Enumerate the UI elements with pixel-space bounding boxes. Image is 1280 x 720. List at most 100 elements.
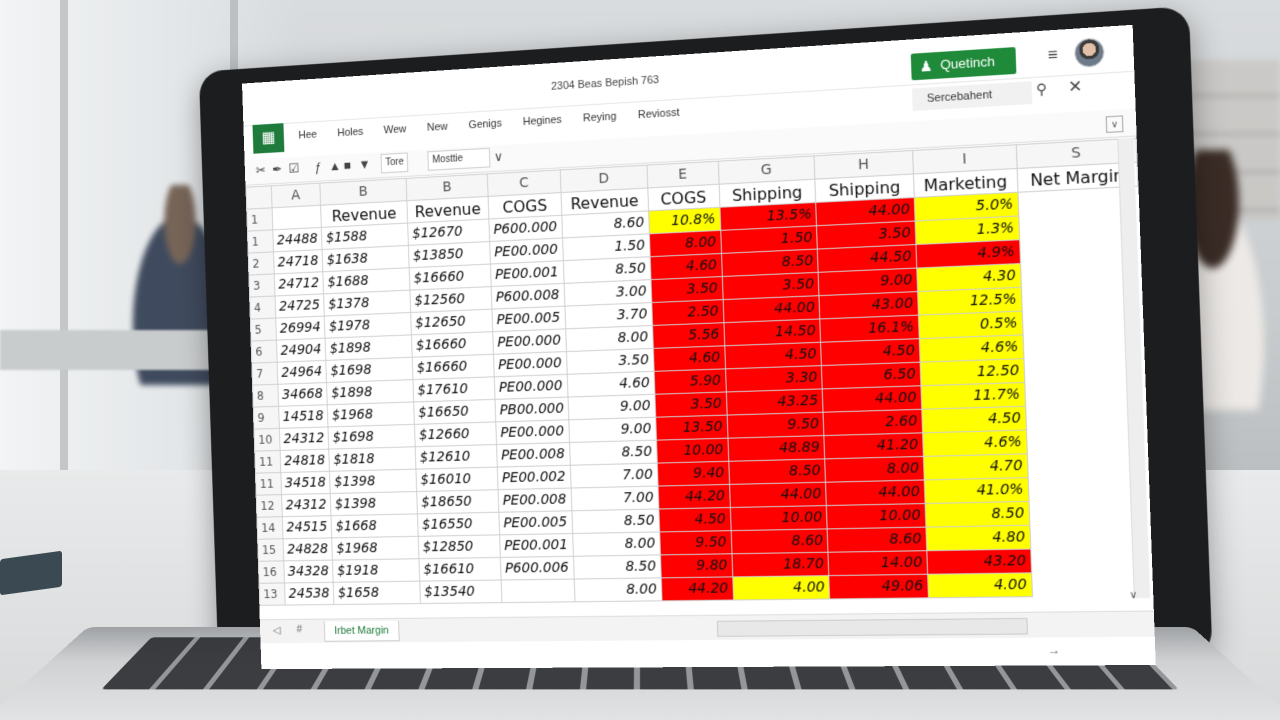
cell-b[interactable]: $1818	[328, 446, 416, 472]
row-number[interactable]: 8	[252, 384, 279, 408]
cell-s[interactable]: 4.6%	[919, 334, 1024, 363]
tab-insert[interactable]: Holes	[337, 126, 364, 147]
cell-s[interactable]: 11.7%	[920, 382, 1026, 410]
cell-a[interactable]: 24828	[282, 537, 333, 561]
row-number[interactable]: 3	[248, 273, 275, 298]
cell-d[interactable]: PE00.001	[490, 260, 565, 287]
cell-d[interactable]: PE00.000	[495, 419, 570, 445]
cell-a[interactable]: 24515	[281, 515, 332, 539]
cell-g[interactable]: 2.50	[651, 299, 724, 326]
chevron-down-icon[interactable]: ∨	[494, 149, 504, 165]
cell-c[interactable]: $13540	[419, 580, 502, 604]
cell-g[interactable]: 44.20	[660, 576, 734, 601]
row-number[interactable]: 10	[253, 428, 280, 452]
tab-new[interactable]: New	[427, 121, 448, 142]
cell-s[interactable]: 4.80	[925, 525, 1031, 551]
avatar[interactable]	[1073, 37, 1105, 69]
cell-d[interactable]	[501, 579, 575, 603]
cell-b[interactable]: $1898	[325, 334, 413, 361]
row-number[interactable]: 15	[257, 538, 284, 562]
cell-c[interactable]: $12610	[415, 444, 498, 470]
cell-i[interactable]: 6.50	[821, 362, 921, 389]
cell-i[interactable]: 4.50	[820, 338, 921, 366]
cell-i[interactable]: 41.20	[824, 432, 924, 459]
cell-a[interactable]: 34668	[277, 382, 328, 407]
cell-b[interactable]: $1698	[325, 357, 413, 383]
cell-g[interactable]: 9.80	[660, 553, 733, 578]
cell-e[interactable]: 7.00	[570, 463, 658, 489]
cell-c[interactable]: $18650	[416, 489, 499, 514]
cell-d[interactable]: PE00.001	[499, 533, 574, 558]
row-number[interactable]: 6	[251, 340, 277, 364]
cell-e[interactable]: 8.00	[574, 577, 662, 602]
cell-a[interactable]: 24725	[274, 293, 325, 319]
sheet-list-icon[interactable]: #	[296, 624, 302, 636]
cell-g[interactable]: 44.20	[657, 484, 730, 509]
tab-engines[interactable]: Hegines	[523, 114, 563, 136]
cell-d[interactable]: PE00.000	[494, 374, 568, 400]
cell-i[interactable]: 8.60	[827, 527, 927, 553]
bold-icon[interactable]: ▲	[329, 158, 341, 173]
row-number[interactable]: 2	[248, 251, 274, 276]
cell-h[interactable]: 48.89	[727, 435, 825, 462]
cell-e[interactable]: 9.00	[568, 417, 657, 443]
cell-h[interactable]: 9.50	[726, 412, 825, 439]
cell-c[interactable]: $12560	[409, 286, 492, 313]
cell-a[interactable]: 24964	[276, 360, 327, 385]
cell-b[interactable]: $1918	[332, 558, 420, 583]
cell-g[interactable]: 5.56	[652, 322, 725, 349]
cell-b[interactable]: $1968	[327, 401, 415, 427]
cell[interactable]	[271, 205, 322, 230]
row-number[interactable]: 13	[259, 582, 285, 606]
cell-g[interactable]: 3.50	[650, 276, 723, 303]
cell-h[interactable]: 18.70	[731, 552, 829, 577]
cell-s[interactable]: 8.50	[925, 501, 1030, 528]
tab-reviews[interactable]: Reviosst	[638, 107, 680, 129]
row-number[interactable]: 12	[256, 494, 282, 518]
cell-c[interactable]: $17610	[412, 376, 495, 402]
cell-c[interactable]: $12650	[410, 309, 493, 335]
cell-c[interactable]: $16550	[417, 512, 500, 537]
row-number[interactable]: 7	[251, 362, 278, 386]
cell-s[interactable]: 43.20	[926, 549, 1032, 575]
tab-settings[interactable]: Genigs	[468, 118, 502, 140]
cell-s[interactable]: 12.50	[920, 358, 1025, 386]
tab-review[interactable]: Reying	[583, 111, 617, 133]
cell-i[interactable]: 10.00	[826, 503, 926, 529]
cell-c[interactable]: $16660	[411, 331, 494, 358]
cell-g[interactable]: 9.50	[659, 530, 732, 555]
cell-d[interactable]: P600.008	[491, 283, 565, 310]
cell-h[interactable]: 44.00	[729, 482, 827, 508]
cell-g[interactable]: 4.60	[649, 253, 722, 280]
cell-e[interactable]: 7.00	[571, 486, 659, 511]
sheet-tab-net-margin[interactable]: Irbet Margin	[323, 620, 400, 642]
cell-e[interactable]: 8.00	[572, 531, 661, 557]
cell-e[interactable]: 8.00	[565, 325, 653, 352]
cell-s[interactable]: 4.00	[927, 572, 1033, 598]
cell-h[interactable]: 10.00	[729, 505, 828, 531]
cell-a[interactable]: 26994	[275, 316, 326, 341]
cell-b[interactable]: $1698	[328, 424, 416, 450]
collapse-ribbon-icon[interactable]: ∨	[1105, 115, 1124, 133]
cell-s[interactable]: 4.50	[921, 406, 1027, 433]
cell-d[interactable]: PE00.005	[498, 510, 573, 535]
cell-i[interactable]: 8.00	[824, 456, 925, 483]
cell-c[interactable]: $16010	[415, 467, 498, 492]
cell-d[interactable]: P600.006	[500, 556, 575, 581]
cell-b[interactable]: $1898	[326, 379, 414, 405]
cell-s[interactable]: 4.70	[923, 453, 1028, 480]
cell-g[interactable]: 10.8%	[648, 207, 721, 234]
row-number[interactable]: 1	[247, 229, 274, 254]
horizontal-scrollbar[interactable]	[716, 617, 1028, 637]
cell-b[interactable]: $1398	[329, 469, 417, 494]
cell-d[interactable]: PE00.000	[492, 328, 567, 355]
cell-b[interactable]: $1398	[330, 491, 418, 516]
fill-icon[interactable]: ▼	[358, 157, 370, 172]
cell-g[interactable]: 9.40	[656, 461, 730, 487]
cell-c[interactable]: $16610	[418, 557, 502, 582]
cell-h[interactable]: 43.25	[725, 388, 824, 416]
cell-h[interactable]: 8.50	[728, 458, 826, 485]
cell-a[interactable]: 24488	[272, 227, 323, 252]
cell-a[interactable]: 24818	[279, 449, 330, 473]
scroll-right-icon[interactable]: →	[1047, 643, 1060, 658]
